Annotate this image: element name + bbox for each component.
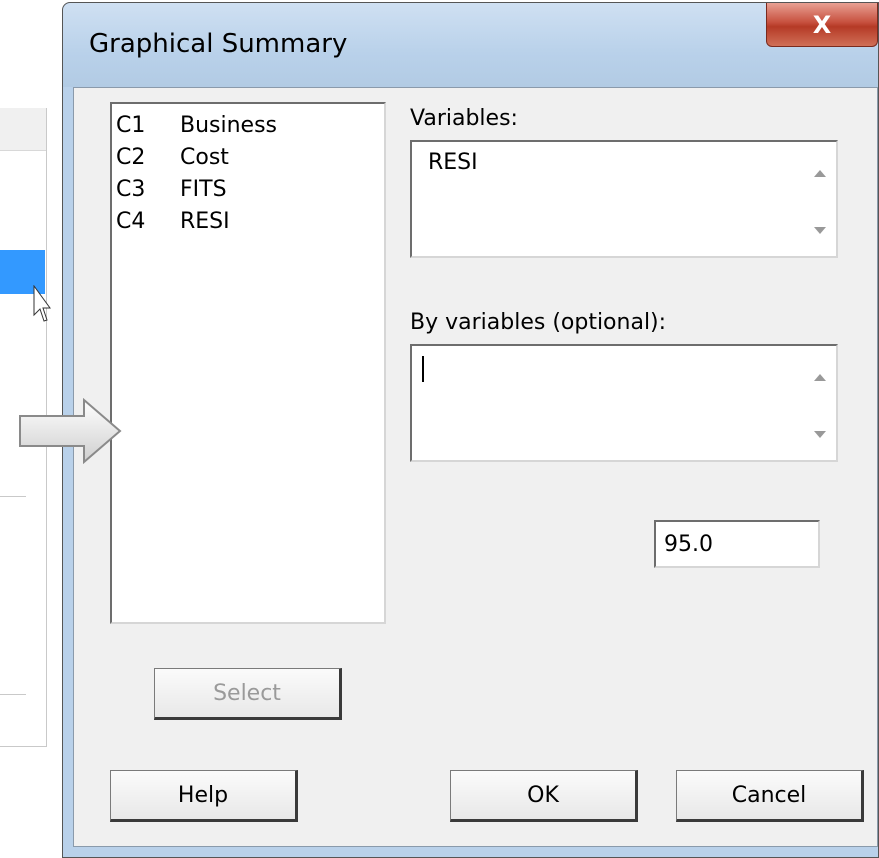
ok-button[interactable]: OK — [450, 770, 638, 822]
scroll-down-icon[interactable] — [814, 431, 826, 438]
column-id: C3 — [116, 177, 146, 202]
column-id: C1 — [116, 113, 146, 138]
graphical-summary-dialog: Graphical Summary X C1 Business C2 Cost … — [62, 2, 879, 858]
background-menu-divider — [0, 694, 26, 695]
help-button[interactable]: Help — [110, 770, 298, 822]
mouse-pointer-icon — [33, 285, 51, 322]
column-name: Business — [180, 113, 278, 138]
cancel-button[interactable]: Cancel — [676, 770, 864, 822]
close-icon: X — [812, 10, 832, 39]
column-id: C2 — [116, 145, 146, 170]
variables-value: RESI — [428, 150, 478, 175]
confidence-level-value: 95.0 — [664, 532, 713, 557]
scroll-down-icon[interactable] — [814, 227, 826, 234]
variables-input[interactable]: RESI — [410, 140, 838, 258]
list-item[interactable]: C3 FITS — [116, 174, 380, 206]
close-button[interactable]: X — [766, 3, 878, 47]
list-item[interactable]: C1 Business — [116, 110, 380, 142]
background-menu-divider — [0, 496, 26, 497]
by-variables-label: By variables (optional): — [410, 310, 667, 335]
by-variables-input[interactable] — [410, 344, 838, 462]
list-item[interactable]: C4 RESI — [116, 206, 380, 238]
help-button-label: Help — [177, 782, 229, 808]
column-name: RESI — [180, 209, 230, 234]
select-button[interactable]: Select — [154, 668, 342, 720]
column-list[interactable]: C1 Business C2 Cost C3 FITS C4 RESI — [110, 102, 386, 624]
column-id: C4 — [116, 209, 146, 234]
right-arrow-icon — [19, 398, 122, 464]
dialog-title: Graphical Summary — [89, 29, 348, 59]
column-name: FITS — [180, 177, 227, 202]
cancel-button-label: Cancel — [731, 782, 807, 808]
scroll-up-icon[interactable] — [814, 374, 826, 381]
dialog-body: C1 Business C2 Cost C3 FITS C4 RESI Vari… — [73, 87, 878, 847]
select-button-label: Select — [213, 680, 281, 706]
list-item[interactable]: C2 Cost — [116, 142, 380, 174]
variables-label: Variables: — [410, 106, 518, 131]
scroll-up-icon[interactable] — [814, 170, 826, 177]
column-name: Cost — [180, 145, 229, 170]
confidence-level-field[interactable]: 95.0 — [654, 520, 820, 568]
text-caret — [422, 356, 424, 382]
dialog-titlebar: Graphical Summary X — [63, 3, 878, 87]
background-menu-header — [0, 108, 46, 151]
ok-button-label: OK — [527, 782, 559, 808]
